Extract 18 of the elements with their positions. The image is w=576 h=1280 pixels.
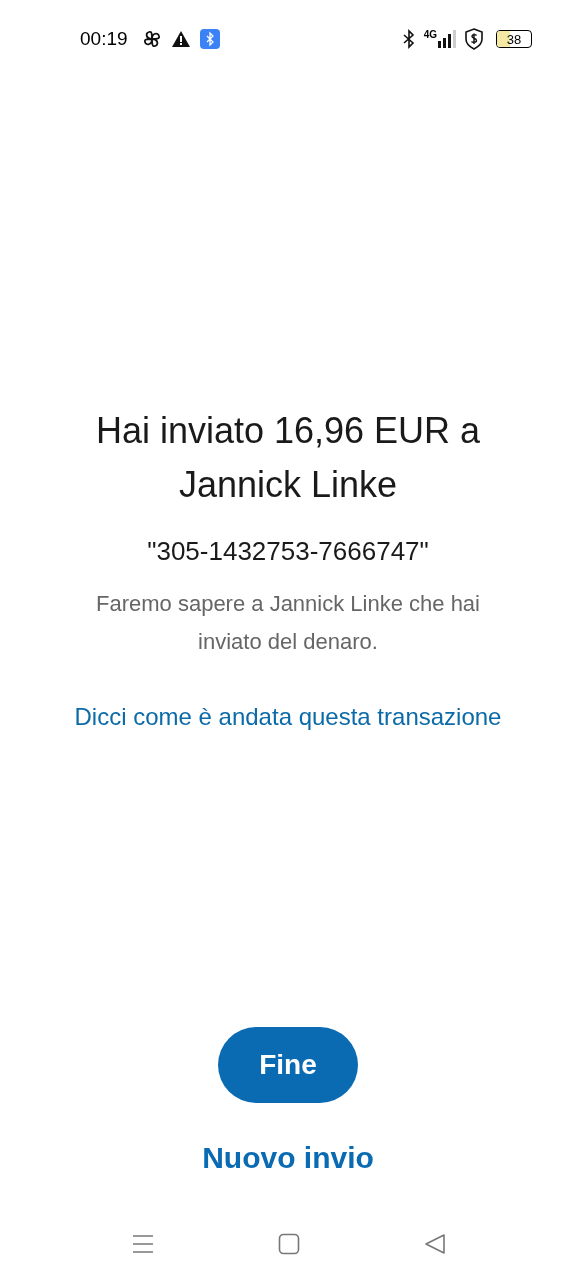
bluetooth-icon	[199, 29, 220, 49]
network-type: 4G	[423, 30, 437, 40]
menu-icon[interactable]	[132, 1234, 154, 1254]
warning-icon	[171, 31, 190, 47]
battery-icon: 38	[496, 30, 532, 48]
signal-icon	[438, 30, 456, 48]
pinwheel-icon	[141, 29, 162, 49]
feedback-link[interactable]: Dicci come è andata questa transazione	[74, 699, 502, 735]
new-send-button[interactable]: Nuovo invio	[202, 1135, 374, 1180]
shield-icon	[464, 28, 484, 50]
clock: 00:19	[80, 26, 128, 51]
confirmation-title: Hai inviato 16,96 EUR a Jannick Linke	[94, 409, 482, 507]
home-icon[interactable]	[278, 1233, 300, 1255]
confirmation-message: Faremo sapere a Jannick Linke che hai inviato del denaro.	[95, 590, 481, 656]
back-icon[interactable]	[424, 1233, 446, 1255]
bluetooth-icon	[401, 29, 416, 49]
done-button[interactable]: Fine	[218, 1027, 358, 1103]
reference-number: "305-1432753-7666747"	[147, 535, 429, 568]
